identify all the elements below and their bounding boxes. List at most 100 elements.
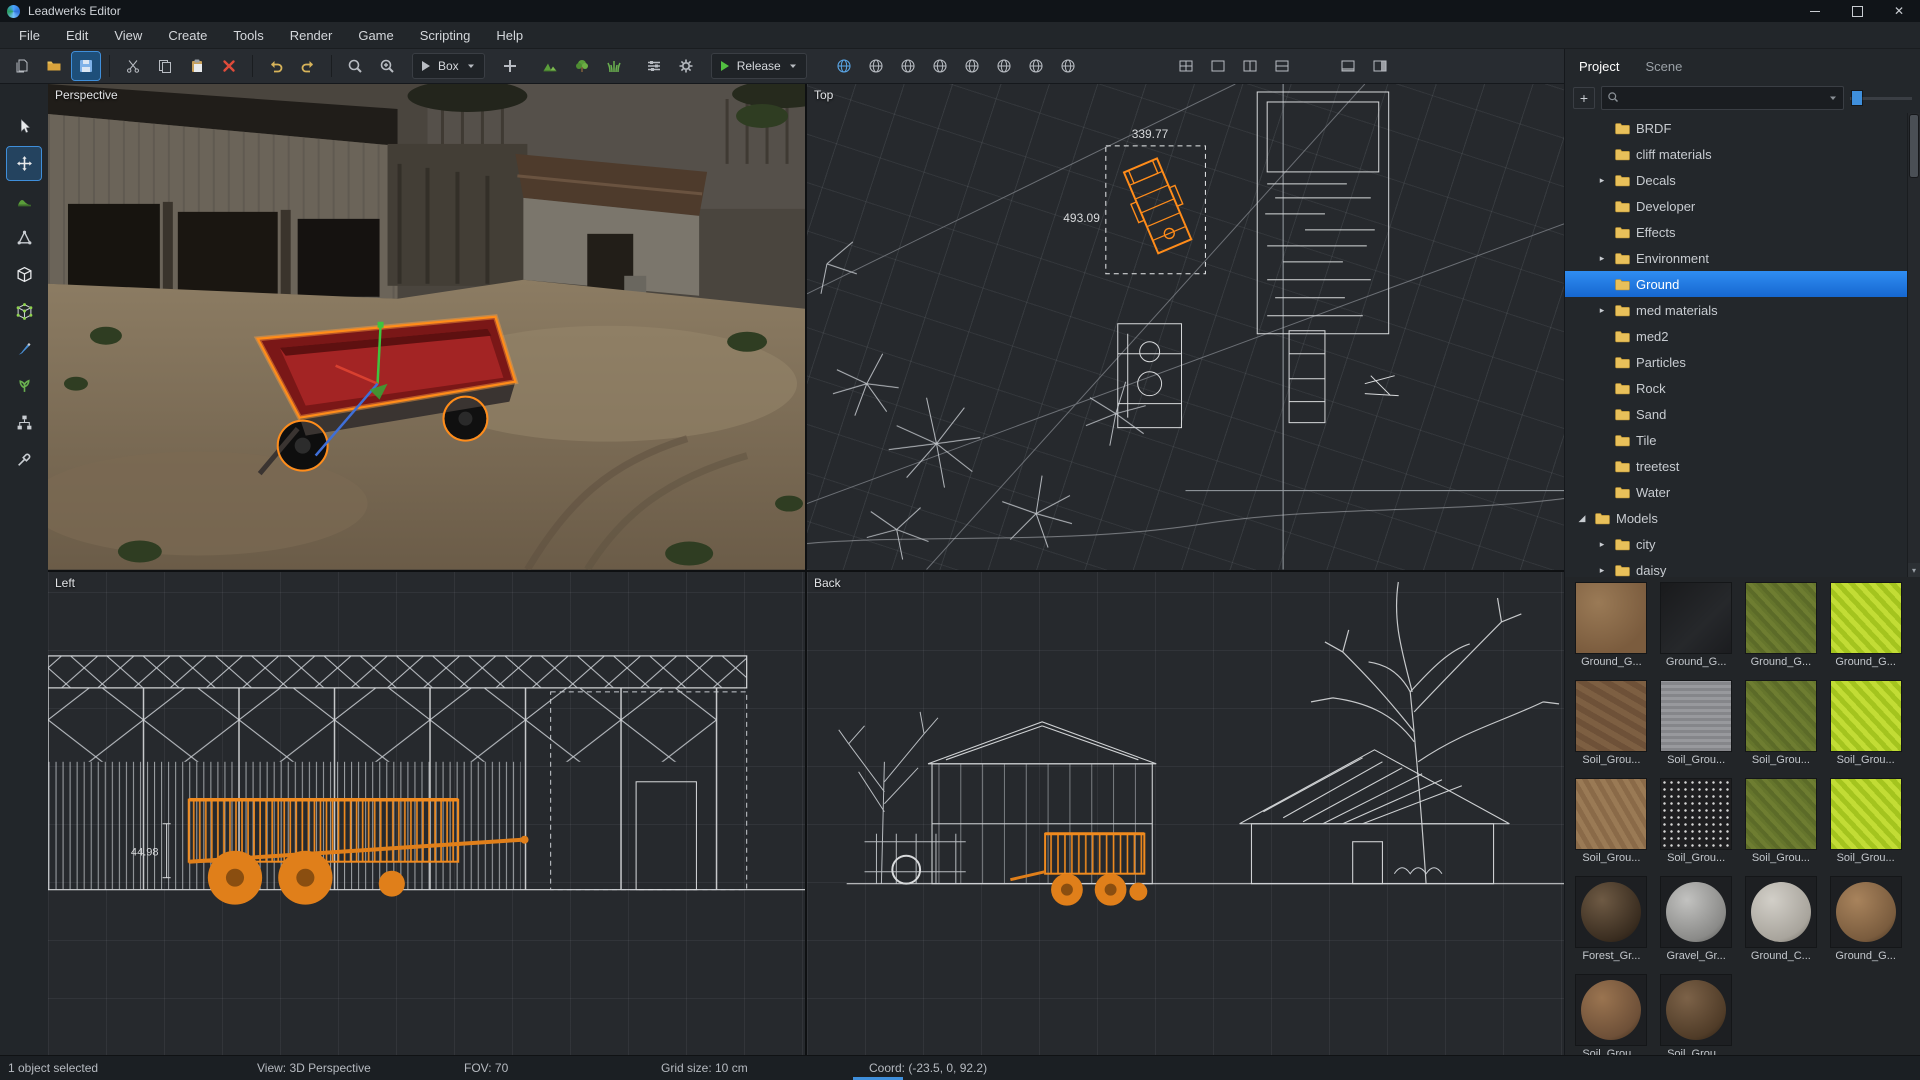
shaded-sphere-button-1[interactable] — [830, 52, 858, 80]
mesh-tool[interactable] — [7, 295, 41, 328]
folder-environment[interactable]: ▸Environment — [1565, 245, 1920, 271]
layout-rows-button[interactable] — [1268, 52, 1296, 80]
asset-item[interactable]: Soil_Grou... — [1823, 779, 1908, 875]
menu-item-create[interactable]: Create — [155, 22, 220, 48]
layout-right-button[interactable] — [1366, 52, 1394, 80]
shaded-sphere-button-3[interactable] — [894, 52, 922, 80]
menu-item-scripting[interactable]: Scripting — [407, 22, 484, 48]
primitive-dropdown[interactable]: Box — [412, 53, 485, 79]
viewport-back[interactable]: Back — [807, 572, 1564, 1058]
shaded-sphere-button-4[interactable] — [926, 52, 954, 80]
tree-scroll-down-icon[interactable]: ▾ — [1908, 563, 1920, 577]
asset-item[interactable]: Soil_Grou... — [1569, 681, 1654, 777]
folder-models[interactable]: ◢Models — [1565, 505, 1920, 531]
asset-item[interactable]: Soil_Grou... — [1569, 975, 1654, 1057]
viewport-top[interactable]: Top — [807, 84, 1564, 570]
options-button[interactable] — [640, 52, 668, 80]
folder-med2[interactable]: med2 — [1565, 323, 1920, 349]
shaded-sphere-button-8[interactable] — [1054, 52, 1082, 80]
settings-button[interactable] — [672, 52, 700, 80]
add-folder-button[interactable]: + — [1573, 87, 1595, 109]
move-tool[interactable] — [7, 147, 41, 180]
asset-item[interactable]: Soil_Grou... — [1654, 779, 1739, 875]
asset-item[interactable]: Ground_G... — [1739, 583, 1824, 679]
hierarchy-tool[interactable] — [7, 406, 41, 439]
folder-developer[interactable]: Developer — [1565, 193, 1920, 219]
collapsed-arrow-icon[interactable]: ▸ — [1595, 539, 1609, 550]
folder-cliff-materials[interactable]: cliff materials — [1565, 141, 1920, 167]
shape-tool[interactable] — [7, 221, 41, 254]
folder-treetest[interactable]: treetest — [1565, 453, 1920, 479]
vegetation-button[interactable] — [568, 52, 596, 80]
asset-item[interactable]: Forest_Gr... — [1569, 877, 1654, 973]
zoom-select-button[interactable] — [373, 52, 401, 80]
menu-item-help[interactable]: Help — [483, 22, 536, 48]
folder-rock[interactable]: Rock — [1565, 375, 1920, 401]
asset-item[interactable]: Soil_Grou... — [1654, 681, 1739, 777]
asset-item[interactable]: Ground_G... — [1823, 583, 1908, 679]
menu-item-render[interactable]: Render — [277, 22, 346, 48]
folder-water[interactable]: Water — [1565, 479, 1920, 505]
save-button[interactable] — [72, 52, 100, 80]
run-config-dropdown[interactable]: Release — [711, 53, 807, 79]
folder-tile[interactable]: Tile — [1565, 427, 1920, 453]
folder-decals[interactable]: ▸Decals — [1565, 167, 1920, 193]
menu-item-game[interactable]: Game — [345, 22, 406, 48]
shaded-sphere-button-5[interactable] — [958, 52, 986, 80]
expanded-arrow-icon[interactable]: ◢ — [1575, 513, 1589, 524]
asset-item[interactable]: Soil_Grou... — [1654, 975, 1739, 1057]
menu-item-tools[interactable]: Tools — [220, 22, 276, 48]
menu-item-file[interactable]: File — [6, 22, 53, 48]
add-button[interactable] — [496, 52, 524, 80]
terrain-button[interactable] — [536, 52, 564, 80]
viewport-left[interactable]: Left — [48, 572, 805, 1058]
tree-scrollbar-thumb[interactable] — [1910, 115, 1918, 177]
asset-item[interactable]: Soil_Grou... — [1739, 779, 1824, 875]
asset-item[interactable]: Soil_Grou... — [1739, 681, 1824, 777]
shaded-sphere-button-7[interactable] — [1022, 52, 1050, 80]
collapsed-arrow-icon[interactable]: ▸ — [1595, 305, 1609, 316]
folder-brdf[interactable]: BRDF — [1565, 115, 1920, 141]
shaded-sphere-button-6[interactable] — [990, 52, 1018, 80]
slider-thumb[interactable] — [1852, 91, 1862, 105]
collapsed-arrow-icon[interactable]: ▸ — [1595, 175, 1609, 186]
menu-item-view[interactable]: View — [101, 22, 155, 48]
layout-columns-button[interactable] — [1236, 52, 1264, 80]
asset-item[interactable]: Gravel_Gr... — [1654, 877, 1739, 973]
folder-ground[interactable]: Ground — [1565, 271, 1920, 297]
terrain-sculpt-tool[interactable] — [7, 184, 41, 217]
layout-bottom-button[interactable] — [1334, 52, 1362, 80]
undo-button[interactable] — [262, 52, 290, 80]
foliage-button[interactable] — [600, 52, 628, 80]
folder-effects[interactable]: Effects — [1565, 219, 1920, 245]
collapsed-arrow-icon[interactable]: ▸ — [1595, 565, 1609, 576]
asset-item[interactable]: Ground_G... — [1569, 583, 1654, 679]
close-button[interactable]: ✕ — [1878, 0, 1920, 22]
tab-scene[interactable]: Scene — [1645, 59, 1682, 74]
redo-button[interactable] — [294, 52, 322, 80]
zoom-button[interactable] — [341, 52, 369, 80]
new-button[interactable] — [8, 52, 36, 80]
paint-tool[interactable] — [7, 332, 41, 365]
asset-item[interactable]: Ground_C... — [1739, 877, 1824, 973]
select-tool[interactable] — [7, 110, 41, 143]
collapsed-arrow-icon[interactable]: ▸ — [1595, 253, 1609, 264]
copy-button[interactable] — [151, 52, 179, 80]
folder-sand[interactable]: Sand — [1565, 401, 1920, 427]
viewport-perspective[interactable]: Perspective — [48, 84, 805, 570]
picker-tool[interactable] — [7, 443, 41, 476]
delete-button[interactable] — [215, 52, 243, 80]
cut-button[interactable] — [119, 52, 147, 80]
thumbnail-size-slider[interactable] — [1850, 88, 1912, 108]
search-filter-caret-icon[interactable] — [1828, 93, 1838, 103]
asset-item[interactable]: Ground_G... — [1654, 583, 1739, 679]
layout-quad-button[interactable] — [1172, 52, 1200, 80]
shaded-sphere-button-2[interactable] — [862, 52, 890, 80]
paste-button[interactable] — [183, 52, 211, 80]
search-input[interactable] — [1624, 90, 1823, 106]
folder-city[interactable]: ▸city — [1565, 531, 1920, 557]
vegetation-tool[interactable] — [7, 369, 41, 402]
asset-item[interactable]: Soil_Grou... — [1569, 779, 1654, 875]
asset-item[interactable]: Soil_Grou... — [1823, 681, 1908, 777]
folder-med-materials[interactable]: ▸med materials — [1565, 297, 1920, 323]
